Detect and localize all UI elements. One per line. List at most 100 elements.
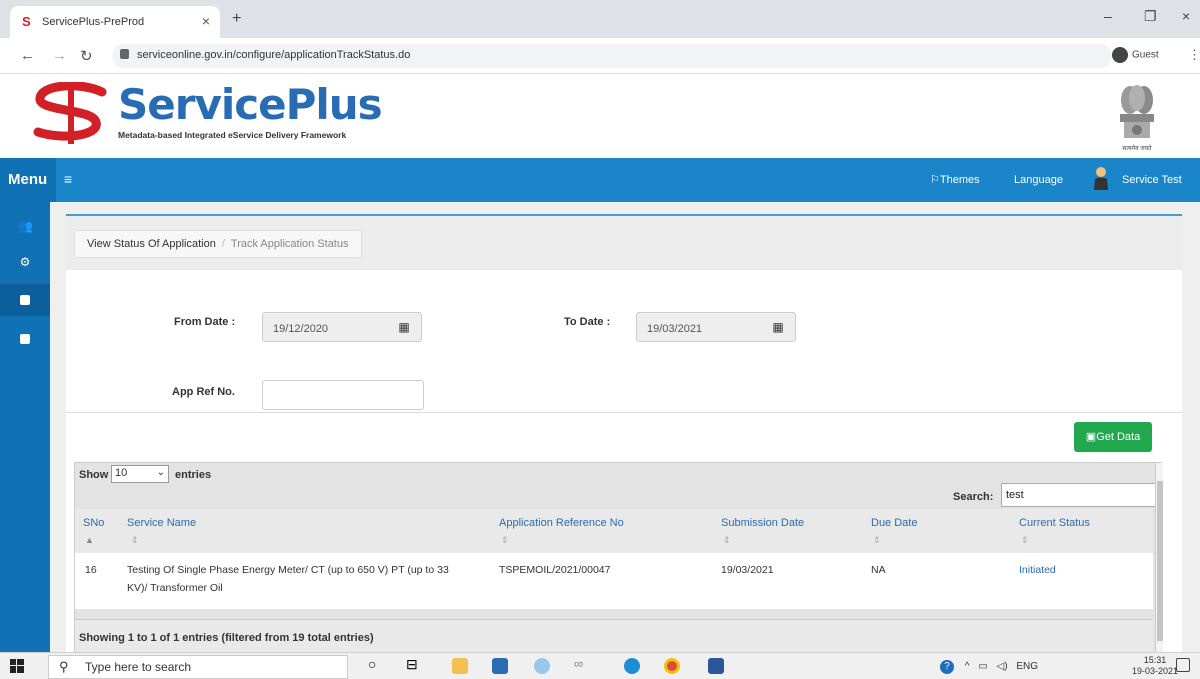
sidebar: 👥 ⚙	[0, 202, 50, 652]
forward-icon[interactable]: →	[52, 47, 67, 64]
column-header-sno[interactable]: SNo	[83, 517, 104, 529]
input-language[interactable]: ENG	[1016, 661, 1038, 672]
tab-title: ServicePlus-PreProd	[42, 16, 145, 28]
save-icon: ▣	[1085, 431, 1097, 443]
show-label: Show	[79, 469, 109, 481]
sort-icon[interactable]: ⇕	[131, 535, 139, 546]
windows-start-icon[interactable]	[10, 659, 24, 673]
search-icon: ⚲	[59, 659, 69, 674]
from-date-label: From Date :	[174, 316, 236, 328]
url-field[interactable]: serviceonline.gov.in/configure/applicati…	[112, 44, 1112, 68]
themes-menu[interactable]: ⚐Themes	[930, 173, 980, 186]
notification-icon[interactable]	[1176, 658, 1190, 672]
reload-icon[interactable]: ↻	[80, 47, 93, 65]
to-date-calendar-icon[interactable]: ▦	[766, 313, 790, 341]
serviceplus-favicon-icon: S	[22, 14, 31, 29]
entries-label: entries	[175, 469, 212, 481]
browser-menu-icon[interactable]: ⋮	[1188, 47, 1200, 63]
sort-icon[interactable]: ⇕	[501, 535, 509, 546]
cell-sno: 16	[85, 564, 97, 576]
window-close-icon[interactable]: ×	[1182, 8, 1190, 24]
sort-asc-icon[interactable]: ▲	[85, 535, 94, 545]
column-header-app-ref[interactable]: Application Reference No	[499, 517, 624, 529]
column-header-submission-date[interactable]: Submission Date	[721, 517, 804, 529]
clock-date: 19-03-2021	[1132, 666, 1179, 676]
mail-icon[interactable]	[492, 658, 508, 674]
volume-icon[interactable]: ◁)	[997, 661, 1008, 672]
table-info: Showing 1 to 1 of 1 entries (filtered fr…	[75, 619, 1153, 653]
profile-label: Guest	[1132, 49, 1159, 61]
new-tab-icon[interactable]: +	[232, 10, 241, 28]
status-icon[interactable]	[20, 334, 30, 344]
table-row[interactable]: 16 Testing Of Single Phase Energy Meter/…	[75, 553, 1153, 609]
get-data-label: Get Data	[1096, 431, 1141, 443]
system-clock[interactable]: 15:31 19-03-2021	[1132, 655, 1178, 677]
address-bar: ← → ↻ serviceonline.gov.in/configure/app…	[0, 38, 1200, 74]
column-header-due-date[interactable]: Due Date	[871, 517, 917, 529]
system-tray: ? ^ ▭ ◁) ENG	[940, 660, 1038, 674]
breadcrumb-bar: View Status Of Application / Track Applica…	[66, 216, 1182, 270]
restore-icon[interactable]: ❐	[1144, 8, 1157, 25]
main-content: View Status Of Application / Track Applica…	[50, 202, 1200, 654]
sort-icon[interactable]: ⇕	[723, 535, 731, 546]
tray-chevron-icon[interactable]: ^	[965, 661, 970, 672]
sort-icon[interactable]: ⇕	[873, 535, 881, 546]
os-taskbar: ⚲ Type here to search ○ ⊟ ∞ ? ^ ▭ ◁) ENG…	[0, 652, 1200, 679]
edge-browser-icon[interactable]	[624, 658, 640, 674]
word-icon[interactable]	[708, 658, 724, 674]
table-header: SNo ▲ Service Name ⇕ Application Referen…	[75, 509, 1153, 553]
application-icon[interactable]	[20, 295, 30, 305]
form-divider	[66, 412, 1182, 413]
hamburger-icon[interactable]: ≡	[64, 171, 72, 187]
page-length-value: 10	[115, 467, 128, 479]
profile-avatar-icon	[1112, 47, 1128, 63]
serviceplus-logo-icon	[33, 82, 107, 144]
browser-tab-strip: S ServicePlus-PreProd × + – ❐ ×	[0, 0, 1200, 38]
file-explorer-icon[interactable]	[452, 658, 468, 674]
column-header-current-status[interactable]: Current Status	[1019, 517, 1090, 529]
to-date-label: To Date :	[564, 316, 611, 328]
search-input[interactable]: test	[1001, 483, 1159, 507]
chevron-down-icon: ⌄	[156, 467, 165, 478]
help-icon[interactable]: ?	[940, 660, 954, 674]
dropbox-icon[interactable]	[534, 658, 550, 674]
app-ref-input[interactable]	[262, 380, 424, 410]
tab-close-icon[interactable]: ×	[202, 13, 210, 29]
clock-time: 15:31	[1143, 655, 1167, 665]
link-app-icon[interactable]: ∞	[574, 656, 590, 672]
user-avatar-icon	[1094, 167, 1108, 190]
track-status-panel: View Status Of Application / Track Applica…	[66, 214, 1182, 654]
get-data-button[interactable]: ▣Get Data	[1074, 422, 1152, 452]
national-emblem-icon	[1120, 85, 1154, 138]
users-icon[interactable]: 👥	[18, 220, 33, 232]
sort-icon[interactable]: ⇕	[1021, 535, 1029, 546]
back-icon[interactable]: ←	[20, 47, 35, 64]
breadcrumb-separator: /	[221, 238, 225, 250]
column-header-service-name[interactable]: Service Name	[127, 517, 196, 529]
themes-label: Themes	[939, 174, 980, 186]
page-length-select[interactable]: 10 ⌄	[111, 465, 169, 483]
table-scrollbar[interactable]	[1155, 463, 1163, 653]
minimize-icon[interactable]: –	[1104, 8, 1112, 24]
network-icon[interactable]: ▭	[978, 661, 987, 672]
task-view-icon[interactable]: ⊟	[406, 656, 422, 672]
cogs-icon[interactable]: ⚙	[18, 256, 32, 268]
chrome-browser-icon[interactable]	[664, 658, 680, 674]
taskbar-search-input[interactable]: ⚲ Type here to search	[48, 655, 348, 679]
browser-tab[interactable]: S ServicePlus-PreProd ×	[10, 6, 220, 38]
app-header: ServicePlus Metadata-based Integrated eS…	[0, 74, 1200, 158]
search-label: Search:	[953, 491, 994, 503]
breadcrumb-parent[interactable]: View Status Of Application	[87, 238, 216, 250]
emblem-caption: सत्यमेव जयते	[1122, 146, 1152, 152]
cell-status-link[interactable]: Initiated	[1019, 561, 1056, 579]
scrollbar-thumb[interactable]	[1157, 481, 1163, 641]
menu-label[interactable]: Menu	[0, 158, 56, 202]
from-date-calendar-icon[interactable]: ▦	[392, 313, 416, 341]
user-menu[interactable]: Service Test	[1122, 174, 1182, 186]
cell-service-name-cont: KV)/ Transformer Oil	[127, 582, 223, 594]
language-menu[interactable]: Language	[1014, 174, 1063, 186]
breadcrumb-current: Track Application Status	[230, 238, 349, 250]
profile-button[interactable]: Guest	[1112, 47, 1159, 63]
cortana-icon[interactable]: ○	[368, 656, 384, 672]
app-ref-label: App Ref No.	[172, 386, 235, 398]
